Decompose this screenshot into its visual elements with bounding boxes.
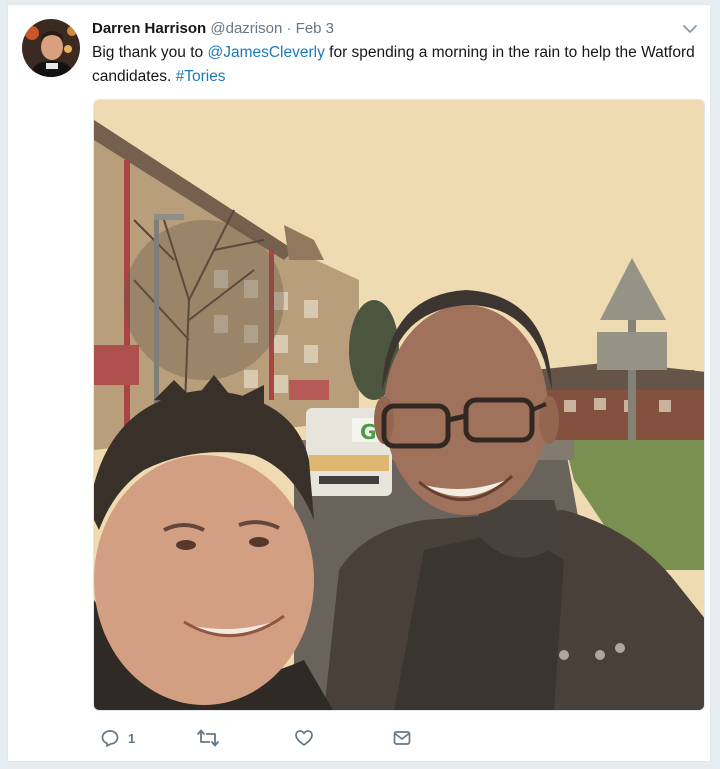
reply-icon <box>100 728 120 748</box>
retweet-icon <box>196 728 220 748</box>
tweet-header: Darren Harrison @dazrison · Feb 3 <box>92 19 696 39</box>
avatar-image <box>22 19 80 77</box>
heart-icon <box>294 728 314 748</box>
author-name[interactable]: Darren Harrison <box>92 20 206 37</box>
retweet-button[interactable] <box>196 725 220 751</box>
tweet-card[interactable]: Darren Harrison @dazrison · Feb 3 Big th… <box>7 4 711 762</box>
tweet-actions: 1 <box>92 725 512 751</box>
photo-image: G <box>94 100 704 710</box>
author-handle[interactable]: @dazrison <box>210 20 282 37</box>
reply-button[interactable]: 1 <box>100 725 135 751</box>
tweet-text-part: Big thank you to <box>92 44 208 61</box>
tweet-photo[interactable]: G <box>93 99 705 711</box>
chevron-down-icon[interactable] <box>680 19 700 39</box>
avatar[interactable] <box>22 19 80 77</box>
message-button[interactable] <box>392 725 412 751</box>
hashtag-link[interactable]: #Tories <box>176 68 226 85</box>
mention-link[interactable]: @JamesCleverly <box>207 44 324 61</box>
separator: · <box>286 20 292 37</box>
like-button[interactable] <box>294 725 314 751</box>
message-icon <box>392 728 412 748</box>
tweet-text: Big thank you to @JamesCleverly for spen… <box>92 41 702 89</box>
tweet-date[interactable]: Feb 3 <box>296 20 334 37</box>
reply-count: 1 <box>128 730 136 746</box>
